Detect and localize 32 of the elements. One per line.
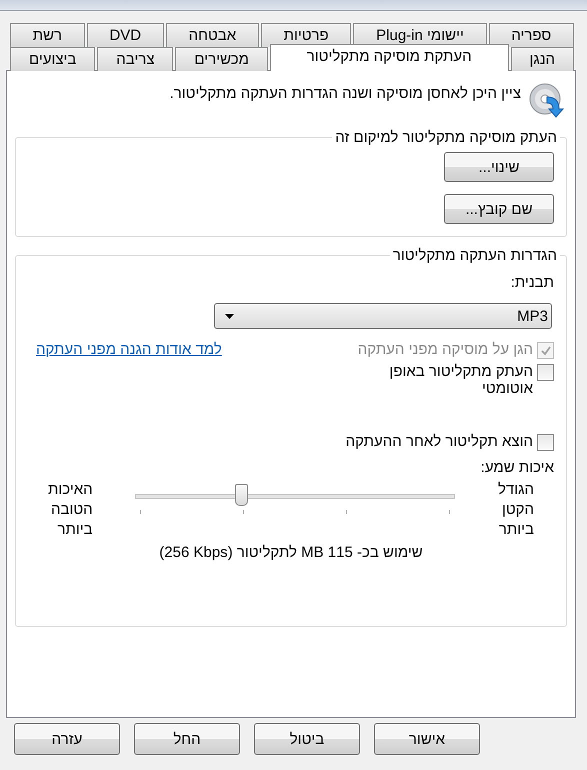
checkbox-label: הוצא תקליטור לאחר ההעתקה	[346, 433, 533, 450]
dialog-button[interactable]: החל	[134, 723, 240, 755]
dialog-button[interactable]: שינוי...	[444, 152, 554, 182]
group-title: הגדרות העתקה מתקליטור	[392, 247, 558, 264]
dialog-button[interactable]: שם קובץ...	[444, 194, 554, 224]
tab[interactable]: ביצועים	[10, 47, 96, 71]
intro-text: ציין היכן לאחסן מוסיקה ושנה הגדרות העתקה מתקליטור.	[170, 84, 521, 102]
tab[interactable]: העתקת מוסיקה מתקליטור	[270, 44, 509, 71]
slider-thumb[interactable]	[234, 484, 248, 506]
checkbox-label: העתק מתקליטור באופן אוטומטי	[388, 363, 533, 397]
usage-text: שימוש בכ- 115 MB לתקליטור (256 Kbps)	[158, 544, 424, 561]
format-dropdown[interactable]: MP3	[214, 303, 552, 329]
checkbox-label: הגן על מוסיקה מפני העתקה	[358, 341, 533, 358]
tab[interactable]: מכשירים	[175, 47, 268, 71]
group-title: העתק מוסיקה מתקליטור למיקום זה	[334, 129, 558, 146]
dialog-button[interactable]: אישור	[374, 723, 480, 755]
tab[interactable]: אבטחה	[166, 23, 259, 47]
format-label: תבנית:	[510, 274, 554, 291]
checkbox[interactable]	[537, 434, 554, 451]
checkbox[interactable]	[537, 364, 554, 381]
tab[interactable]: הנגן	[510, 47, 574, 71]
tab[interactable]: DVD	[86, 23, 164, 47]
dialog-button[interactable]: ביטול	[254, 723, 360, 755]
caret-icon	[225, 314, 234, 318]
slider-end-label: האיכות הטובה ביותר	[48, 480, 93, 540]
cd-arrow-icon	[529, 83, 565, 119]
tab[interactable]: ספריה	[488, 23, 574, 47]
tab[interactable]: צריבה	[97, 47, 174, 71]
slider-end-label: הגודל הקטן ביותר	[498, 480, 534, 540]
tab[interactable]: רשת	[10, 23, 85, 47]
quality-label: איכות שמע:	[480, 459, 554, 476]
dialog-button[interactable]: עזרה	[14, 723, 120, 755]
